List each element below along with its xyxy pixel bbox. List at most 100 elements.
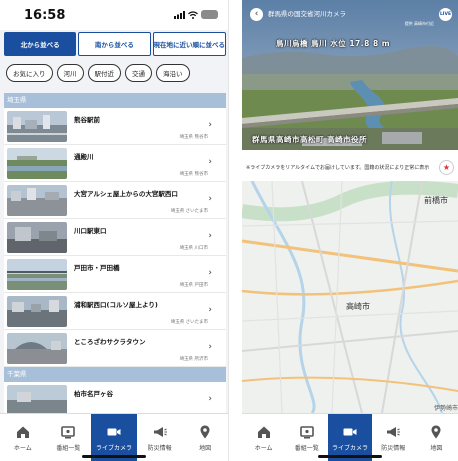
camera-row[interactable]: 通殿川 › 埼玉県 熊谷市 xyxy=(4,145,226,182)
video-camera-icon xyxy=(107,428,121,435)
tab-programs[interactable]: 番組一覧 xyxy=(285,414,328,461)
tab-label: ライブカメラ xyxy=(95,444,132,452)
chevron-right-icon: › xyxy=(208,268,212,278)
camera-detail-screen: ‹ 群馬県の国交省河川カメラ 提供 高崎市付近 LIVE 鳥川烏橋 鳥川 水位 … xyxy=(242,0,458,461)
sort-tab-south[interactable]: 南から並べる xyxy=(78,32,151,56)
camera-row[interactable]: 柏市名戸ヶ谷 › xyxy=(4,382,226,413)
map-label-isesaki: 伊勢崎市 xyxy=(434,405,458,412)
chip-station[interactable]: 駅付近 xyxy=(87,64,121,82)
map-canvas xyxy=(242,181,458,413)
tab-programs[interactable]: 番組一覧 xyxy=(46,414,92,461)
tab-live-camera[interactable]: ライブカメラ xyxy=(328,414,372,461)
camera-overlay-bottom: 群馬県高崎市高松町 高崎市役所 xyxy=(252,135,368,144)
tab-label: 地図 xyxy=(199,444,212,452)
camera-thumbnail xyxy=(7,185,67,216)
camera-name: 川口駅東口 xyxy=(74,227,107,235)
camera-row[interactable]: 川口駅東口 › 埼玉県 川口市 xyxy=(4,219,226,256)
tab-disaster-info[interactable]: 防災情報 xyxy=(137,414,183,461)
camera-name: 熊谷駅前 xyxy=(74,116,100,124)
status-time: 16:58 xyxy=(24,8,66,23)
camera-list: 埼玉県 熊谷駅前 › 埼玉県 熊谷市 通殿川 › 埼玉県 熊谷市 大宮アルシェ屋… xyxy=(4,93,226,413)
wifi-icon xyxy=(188,10,198,19)
camera-name: ところざわサクラタウン xyxy=(74,338,146,346)
camera-row[interactable]: 熊谷駅前 › 埼玉県 熊谷市 xyxy=(4,108,226,145)
camera-title: 群馬県の国交省河川カメラ xyxy=(268,10,346,18)
chevron-right-icon: › xyxy=(208,394,212,404)
camera-location: 埼玉県 さいたま市 xyxy=(170,320,208,325)
sort-tab-north[interactable]: 北から並べる xyxy=(4,32,77,56)
map-pin-icon xyxy=(200,425,210,438)
megaphone-icon xyxy=(153,426,167,437)
sort-tabs: 北から並べる 南から並べる 現在地に近い順に並べる xyxy=(4,32,226,56)
chevron-right-icon: › xyxy=(208,157,212,167)
home-indicator xyxy=(318,455,382,458)
map-view[interactable]: 前橋市 高崎市 伊勢崎市 xyxy=(242,181,458,413)
tv-icon xyxy=(61,425,76,438)
map-label-maebashi: 前橋市 xyxy=(424,196,448,205)
camera-thumbnail xyxy=(7,296,67,327)
sort-tab-nearby[interactable]: 現在地に近い順に並べる xyxy=(152,32,226,56)
tab-label: 防災情報 xyxy=(147,444,172,452)
notice-bar: ※ライブカメラをリアルタイムでお届けしています。国籍の状況により正常に表示 ★ xyxy=(242,157,458,179)
camera-list-screen: 16:58 北から並べる 南から並べる 現在地に近い順に並べる お気に入り 河川… xyxy=(0,0,229,461)
live-camera-view[interactable]: ‹ 群馬県の国交省河川カメラ 提供 高崎市付近 LIVE 鳥川烏橋 鳥川 水位 … xyxy=(242,0,458,150)
tab-label: 番組一覧 xyxy=(56,444,81,452)
camera-overlay-top: 鳥川烏橋 鳥川 水位 17.8 8 m xyxy=(276,39,391,48)
cellular-icon xyxy=(174,10,185,19)
bottom-tab-bar: ホーム 番組一覧 ライブカメラ 防災情報 地図 xyxy=(0,413,228,461)
tab-home[interactable]: ホーム xyxy=(0,414,46,461)
camera-location: 埼玉県 戸田市 xyxy=(179,283,208,288)
camera-thumbnail xyxy=(7,259,67,290)
camera-name: 柏市名戸ヶ谷 xyxy=(74,390,113,398)
chip-traffic[interactable]: 交通 xyxy=(125,64,152,82)
camera-thumbnail xyxy=(7,385,67,413)
tab-label: 番組一覧 xyxy=(294,444,319,452)
tab-disaster-info[interactable]: 防災情報 xyxy=(372,414,415,461)
section-header-saitama: 埼玉県 xyxy=(4,93,226,108)
camera-row[interactable]: 戸田市・戸田橋 › 埼玉県 戸田市 xyxy=(4,256,226,293)
map-pin-icon xyxy=(431,425,441,438)
camera-row[interactable]: 大宮アルシェ屋上からの大宮駅西口 › 埼玉県 さいたま市 xyxy=(4,182,226,219)
tab-label: 地図 xyxy=(430,444,443,452)
section-header-chiba: 千葉県 xyxy=(4,367,226,382)
chip-coast[interactable]: 海沿い xyxy=(156,64,190,82)
camera-location: 埼玉県 熊谷市 xyxy=(179,135,208,140)
map-label-takasaki: 高崎市 xyxy=(346,302,370,311)
camera-thumbnail xyxy=(7,333,67,364)
status-bar: 16:58 xyxy=(0,0,228,30)
tab-map[interactable]: 地図 xyxy=(415,414,458,461)
tab-label: ホーム xyxy=(13,444,32,452)
tab-label: ホーム xyxy=(254,444,273,452)
camera-name: 戸田市・戸田橋 xyxy=(74,264,120,272)
chevron-right-icon: › xyxy=(208,231,212,241)
tab-live-camera[interactable]: ライブカメラ xyxy=(91,414,137,461)
tab-label: 防災情報 xyxy=(381,444,406,452)
camera-row[interactable]: 浦和駅西口(コルソ屋上より) › 埼玉県 さいたま市 xyxy=(4,293,226,330)
favorite-button[interactable]: ★ xyxy=(439,160,454,175)
chevron-right-icon: › xyxy=(208,305,212,315)
megaphone-icon xyxy=(387,426,401,437)
tab-map[interactable]: 地図 xyxy=(182,414,228,461)
back-button[interactable]: ‹ xyxy=(250,8,263,21)
chevron-right-icon: › xyxy=(208,194,212,204)
house-icon xyxy=(16,426,29,438)
chip-river[interactable]: 河川 xyxy=(56,64,84,82)
live-badge: LIVE xyxy=(439,8,452,21)
video-camera-icon xyxy=(343,428,357,435)
battery-icon xyxy=(201,10,218,19)
tab-home[interactable]: ホーム xyxy=(242,414,285,461)
camera-name: 浦和駅西口(コルソ屋上より) xyxy=(74,301,158,309)
chip-favorites[interactable]: お気に入り xyxy=(6,64,53,82)
camera-name: 通殿川 xyxy=(74,153,94,161)
camera-location: 埼玉県 さいたま市 xyxy=(170,209,208,214)
chevron-right-icon: › xyxy=(208,120,212,130)
camera-subtitle: 提供 高崎市付近 xyxy=(404,21,434,26)
camera-location: 埼玉県 川口市 xyxy=(179,246,208,251)
tab-label: ライブカメラ xyxy=(332,444,369,452)
tv-icon xyxy=(299,425,314,438)
camera-row[interactable]: ところざわサクラタウン › 埼玉県 所沢市 xyxy=(4,330,226,367)
notice-text: ※ライブカメラをリアルタイムでお届けしています。国籍の状況により正常に表示 xyxy=(246,165,430,171)
status-icons xyxy=(174,10,218,19)
chevron-right-icon: › xyxy=(208,342,212,352)
home-indicator xyxy=(82,455,146,458)
